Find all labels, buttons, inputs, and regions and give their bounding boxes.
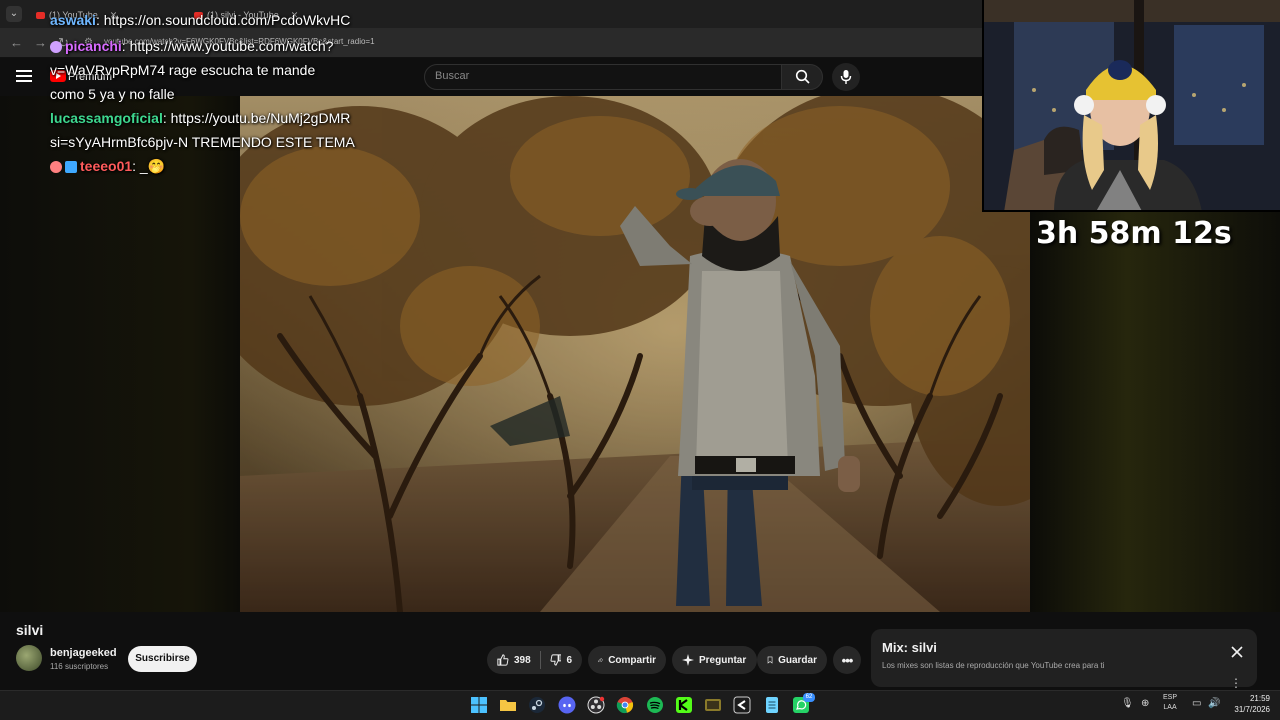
chat-badge-icon: [50, 161, 62, 173]
close-icon[interactable]: [1230, 645, 1244, 659]
like-count[interactable]: 398: [514, 655, 531, 666]
capcut-icon[interactable]: [733, 696, 751, 714]
clock-date: 31/7/2026: [1234, 705, 1270, 714]
chat-username: picanchi: [65, 38, 122, 54]
menu-hamburger-icon[interactable]: [16, 70, 32, 82]
chat-message: teeeo01: _🤭: [50, 154, 430, 178]
bookmark-icon: [767, 656, 773, 664]
stream-timer: 3h 58m 12s: [1036, 216, 1232, 251]
thumbs-down-icon[interactable]: [550, 653, 562, 667]
system-clock[interactable]: 21:59 31/7/2026: [1226, 693, 1270, 715]
sparkle-icon: [682, 654, 694, 666]
more-actions-button[interactable]: •••: [833, 646, 861, 674]
chat-text: : _🤭: [132, 158, 166, 174]
obs-studio-icon[interactable]: [587, 696, 605, 714]
vertical-ellipsis-icon[interactable]: ⋮: [1230, 676, 1242, 690]
channel-avatar[interactable]: [16, 645, 42, 671]
youtube-favicon-icon: [36, 11, 45, 19]
tab-list-chevron-icon[interactable]: ⌄: [6, 6, 22, 22]
subscriber-count: 116 suscriptores: [50, 662, 109, 671]
channel-name[interactable]: benjageeked: [50, 647, 117, 659]
windows-start-icon[interactable]: [470, 696, 488, 714]
chat-text: : https://youtu.be/NuMj2gDMR: [162, 110, 351, 126]
chat-text: : https://on.soundcloud.com/PcdoWkvHC: [95, 12, 351, 28]
thumbs-up-icon[interactable]: [497, 653, 509, 667]
search-button[interactable]: [781, 64, 823, 90]
spotify-icon[interactable]: [646, 696, 664, 714]
stream-chat-overlay: aswaki: https://on.soundcloud.com/PcdoWk…: [50, 8, 430, 178]
forward-arrow-icon[interactable]: →: [34, 35, 47, 50]
divider: [539, 651, 541, 669]
microphone-icon: [840, 70, 852, 84]
webcam-image: [984, 0, 1280, 210]
like-dislike-group: 398 6: [487, 646, 582, 674]
clock-time: 21:59: [1249, 694, 1270, 703]
network-tray-icon[interactable]: ⊕: [1141, 698, 1149, 709]
chat-message: aswaki: https://on.soundcloud.com/PcdoWk…: [50, 8, 430, 32]
screen: ⌄ (1) YouTube ✕ (1) silvi - YouTube ✕ ← …: [0, 0, 1280, 720]
back-arrow-icon[interactable]: ←: [10, 35, 23, 50]
chat-username: teeeo01: [80, 158, 133, 174]
steam-icon[interactable]: [528, 696, 546, 714]
chrome-icon[interactable]: [616, 696, 634, 714]
media-app-icon[interactable]: [704, 696, 722, 714]
microphone-tray-icon[interactable]: 🎙: [1121, 698, 1134, 709]
mix-playlist-panel[interactable]: Mix: silvi Los mixes son listas de repro…: [871, 629, 1257, 687]
chat-username: aswaki: [50, 12, 96, 28]
video-title: silvi: [16, 622, 44, 638]
speaker-icon[interactable]: 🔊: [1208, 698, 1220, 709]
dislike-count[interactable]: 6: [566, 655, 572, 666]
mix-description: Los mixes son listas de reproducción que…: [882, 661, 1105, 670]
windows-taskbar: [0, 690, 1280, 720]
notepad-icon[interactable]: [763, 696, 781, 714]
display-tray-icon[interactable]: ▭: [1192, 698, 1201, 709]
streamer-webcam: [982, 0, 1280, 212]
share-button[interactable]: Compartir: [588, 646, 666, 674]
ask-button[interactable]: Preguntar: [672, 646, 757, 674]
chat-badge-icon: [65, 161, 77, 173]
subscribe-button[interactable]: Suscribirse: [128, 646, 197, 672]
layout-code: LAA: [1163, 704, 1177, 711]
chat-message-continuation: si=sYyAHrmBfc6pjv-N TREMENDO ESTE TEMA: [50, 134, 355, 150]
language-code: ESP: [1163, 694, 1178, 701]
ellipsis-icon: •••: [841, 652, 854, 668]
search-input[interactable]: Buscar: [424, 64, 782, 90]
chat-message: picanchi: https://www.youtube.com/watch?: [50, 34, 430, 58]
ask-label: Preguntar: [699, 654, 747, 666]
share-label: Compartir: [608, 654, 656, 666]
file-explorer-icon[interactable]: [499, 696, 517, 714]
discord-icon[interactable]: [558, 696, 576, 714]
save-button[interactable]: Guardar: [757, 646, 827, 674]
kick-icon[interactable]: [675, 696, 693, 714]
chat-username: lucassamgoficial: [50, 110, 163, 126]
chat-message-continuation: v=WaVRvpRpM74 rage escucha te mande: [50, 62, 316, 78]
chat-text: : https://www.youtube.com/watch?: [121, 38, 334, 54]
whatsapp-badge: 62: [803, 693, 815, 702]
chat-badge-icon: [50, 41, 62, 53]
share-arrow-icon: [598, 657, 604, 663]
chat-message: lucassamgoficial: https://youtu.be/NuMj2…: [50, 106, 430, 130]
search-icon: [795, 69, 810, 84]
language-indicator[interactable]: ESP LAA: [1163, 693, 1177, 713]
mix-title[interactable]: Mix: silvi: [882, 640, 937, 655]
chat-message-continuation: como 5 ya y no falle: [50, 86, 175, 102]
voice-search-button[interactable]: [832, 63, 860, 91]
save-label: Guardar: [778, 654, 817, 666]
